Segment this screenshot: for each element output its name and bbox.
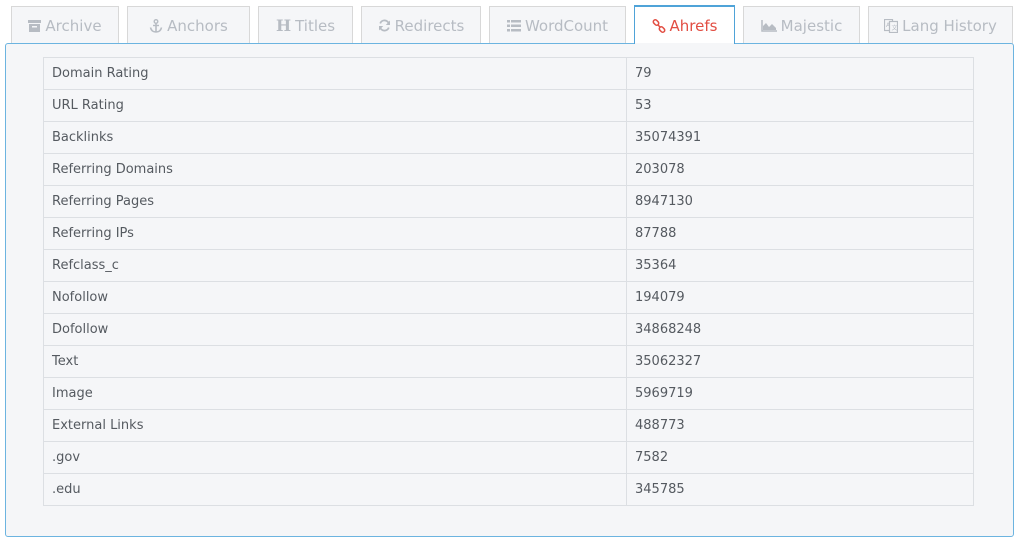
table-row: External Links 488773: [43, 409, 974, 442]
metric-value: 87788: [626, 217, 974, 250]
tab-label: Archive: [45, 16, 102, 35]
metric-value: 5969719: [626, 377, 974, 410]
metric-label: External Links: [43, 409, 627, 442]
anchor-icon: [149, 18, 163, 33]
svg-text:文: 文: [892, 24, 898, 32]
metric-label: Referring Domains: [43, 153, 627, 186]
table-row: Refclass_c 35364: [43, 249, 974, 282]
metric-value: 53: [626, 89, 974, 122]
refresh-icon: [378, 19, 391, 32]
metric-label: Referring Pages: [43, 185, 627, 218]
metric-label: Text: [43, 345, 627, 378]
metric-value: 35074391: [626, 121, 974, 154]
tab-archive[interactable]: Archive: [11, 6, 119, 44]
table-row: Referring Pages 8947130: [43, 185, 974, 218]
metric-value: 194079: [626, 281, 974, 314]
tab-bar: Archive Anchors H Titles Redirects WordC…: [11, 5, 1013, 45]
metric-label: Domain Rating: [43, 57, 627, 90]
metric-value: 488773: [626, 409, 974, 442]
metric-value: 7582: [626, 441, 974, 474]
metric-label: .gov: [43, 441, 627, 474]
metric-value: 203078: [626, 153, 974, 186]
metric-value: 35062327: [626, 345, 974, 378]
heading-icon: H: [275, 16, 292, 35]
area-chart-icon: [760, 19, 777, 32]
table-row: Backlinks 35074391: [43, 121, 974, 154]
ahrefs-panel: Domain Rating 79 URL Rating 53 Backlinks 35…: [5, 43, 1014, 537]
language-icon: A文: [884, 18, 899, 33]
tab-ahrefs[interactable]: Ahrefs: [634, 5, 735, 45]
metric-label: Refclass_c: [43, 249, 627, 282]
ahrefs-metrics-table: Domain Rating 79 URL Rating 53 Backlinks 35…: [43, 57, 974, 506]
tab-anchors[interactable]: Anchors: [127, 6, 250, 44]
tab-label: Lang History: [902, 16, 997, 35]
tab-label: Anchors: [167, 16, 228, 35]
metric-label: .edu: [43, 473, 627, 506]
metric-value: 35364: [626, 249, 974, 282]
table-row: .edu 345785: [43, 473, 974, 506]
metric-value: 79: [626, 57, 974, 90]
table-row: Text 35062327: [43, 345, 974, 378]
table-row: .gov 7582: [43, 441, 974, 474]
table-row: Image 5969719: [43, 377, 974, 410]
metric-value: 34868248: [626, 313, 974, 346]
tab-label: Redirects: [394, 16, 465, 35]
metric-label: Backlinks: [43, 121, 627, 154]
metric-value: 8947130: [626, 185, 974, 218]
tab-lang-history[interactable]: A文 Lang History: [868, 6, 1013, 44]
table-row: Nofollow 194079: [43, 281, 974, 314]
metric-value: 345785: [626, 473, 974, 506]
table-row: URL Rating 53: [43, 89, 974, 122]
tab-label: WordCount: [524, 16, 609, 35]
table-row: Referring Domains 203078: [43, 153, 974, 186]
metric-label: Nofollow: [43, 281, 627, 314]
metric-label: Referring IPs: [43, 217, 627, 250]
tab-majestic[interactable]: Majestic: [743, 6, 860, 44]
list-icon: [506, 19, 521, 32]
link-icon: [652, 18, 666, 33]
table-row: Dofollow 34868248: [43, 313, 974, 346]
metric-label: URL Rating: [43, 89, 627, 122]
tab-redirects[interactable]: Redirects: [361, 6, 481, 44]
metric-label: Image: [43, 377, 627, 410]
tab-label: Ahrefs: [669, 16, 718, 35]
tab-wordcount[interactable]: WordCount: [489, 6, 626, 44]
metrics-table-body: Domain Rating 79 URL Rating 53 Backlinks 35…: [43, 57, 974, 506]
table-row: Domain Rating 79: [43, 57, 974, 90]
archive-icon: [28, 19, 42, 32]
metric-label: Dofollow: [43, 313, 627, 346]
tab-label: Majestic: [780, 16, 843, 35]
tab-label: Titles: [295, 16, 336, 35]
table-row: Referring IPs 87788: [43, 217, 974, 250]
tab-titles[interactable]: H Titles: [258, 6, 353, 44]
